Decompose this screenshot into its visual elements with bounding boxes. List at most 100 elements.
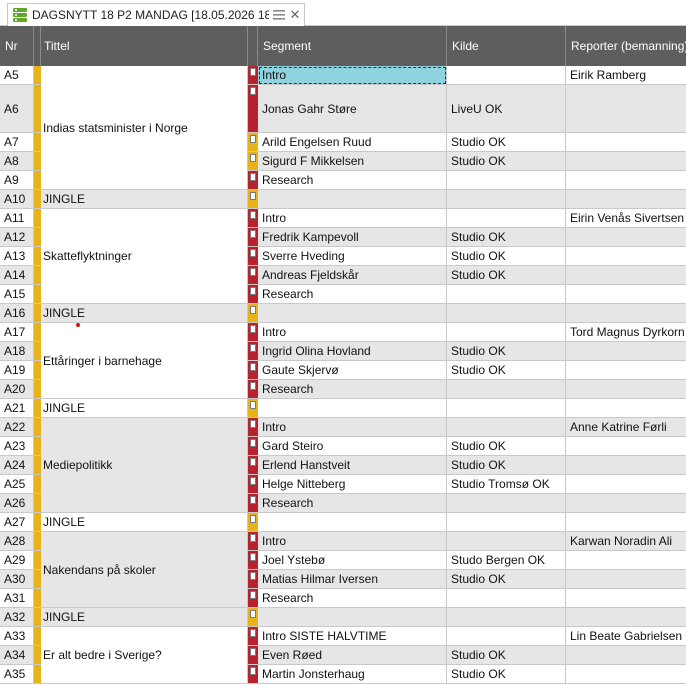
document-icon[interactable] [250, 515, 256, 523]
segment-cell[interactable]: Intro SISTE HALVTIME [258, 627, 447, 646]
reporter-cell[interactable] [566, 494, 686, 513]
segment-status-stripe[interactable] [248, 361, 258, 380]
reporter-cell[interactable] [566, 190, 686, 209]
source-cell[interactable]: Studio OK [447, 247, 566, 266]
reporter-cell[interactable] [566, 570, 686, 589]
story-title-cell[interactable]: JINGLE [41, 399, 248, 418]
source-cell[interactable]: Studio OK [447, 152, 566, 171]
segment-cell[interactable]: Sverre Hveding [258, 247, 447, 266]
segment-status-stripe[interactable] [248, 209, 258, 228]
hamburger-menu-icon[interactable] [272, 9, 286, 21]
source-cell[interactable]: Studio OK [447, 228, 566, 247]
segment-status-stripe[interactable] [248, 266, 258, 285]
segment-status-stripe[interactable] [248, 171, 258, 190]
document-icon[interactable] [250, 192, 256, 200]
reporter-cell[interactable] [566, 342, 686, 361]
segment-cell[interactable]: Martin Jonsterhaug [258, 665, 447, 684]
segment-status-stripe[interactable] [248, 247, 258, 266]
source-cell[interactable]: Studio OK [447, 133, 566, 152]
story-title-cell[interactable]: Ettåringer i barnehage [41, 323, 248, 399]
reporter-cell[interactable] [566, 551, 686, 570]
document-icon[interactable] [250, 249, 256, 257]
segment-status-stripe[interactable] [248, 152, 258, 171]
rundown-tab[interactable]: DAGSNYTT 18 P2 MANDAG [18.05.2026 18:0 ✕ [7, 3, 305, 26]
story-title-cell[interactable]: Er alt bedre i Sverige? [41, 627, 248, 684]
reporter-cell[interactable] [566, 228, 686, 247]
document-icon[interactable] [250, 287, 256, 295]
source-cell[interactable] [447, 627, 566, 646]
story-title-cell[interactable]: Indias statsminister i Norge [41, 66, 248, 190]
source-cell[interactable] [447, 532, 566, 551]
segment-cell[interactable]: Research [258, 285, 447, 304]
segment-status-stripe[interactable] [248, 665, 258, 684]
reporter-cell[interactable] [566, 456, 686, 475]
source-cell[interactable] [447, 608, 566, 627]
segment-status-stripe[interactable] [248, 589, 258, 608]
segment-cell[interactable]: Research [258, 380, 447, 399]
document-icon[interactable] [250, 648, 256, 656]
segment-status-stripe[interactable] [248, 399, 258, 418]
story-title-cell[interactable]: Nakendans på skoler [41, 532, 248, 608]
reporter-cell[interactable] [566, 266, 686, 285]
segment-cell[interactable]: Research [258, 589, 447, 608]
source-cell[interactable]: LiveU OK [447, 85, 566, 133]
document-icon[interactable] [250, 344, 256, 352]
reporter-cell[interactable] [566, 589, 686, 608]
source-cell[interactable]: Studio OK [447, 665, 566, 684]
reporter-cell[interactable] [566, 304, 686, 323]
segment-status-stripe[interactable] [248, 190, 258, 209]
reporter-cell[interactable] [566, 361, 686, 380]
story-title-cell[interactable]: JINGLE [41, 608, 248, 627]
source-cell[interactable] [447, 209, 566, 228]
document-icon[interactable] [250, 68, 256, 76]
segment-cell[interactable] [258, 304, 447, 323]
segment-status-stripe[interactable] [248, 437, 258, 456]
story-title-cell[interactable]: JINGLE [41, 304, 248, 323]
reporter-cell[interactable] [566, 171, 686, 190]
segment-status-stripe[interactable] [248, 456, 258, 475]
segment-status-stripe[interactable] [248, 133, 258, 152]
segment-cell[interactable]: Helge Nitteberg [258, 475, 447, 494]
source-cell[interactable] [447, 513, 566, 532]
segment-status-stripe[interactable] [248, 285, 258, 304]
close-icon[interactable]: ✕ [289, 8, 301, 21]
reporter-cell[interactable] [566, 380, 686, 399]
source-cell[interactable]: Studo Bergen OK [447, 551, 566, 570]
segment-status-stripe[interactable] [248, 228, 258, 247]
segment-cell[interactable]: Research [258, 494, 447, 513]
source-cell[interactable] [447, 418, 566, 437]
segment-cell[interactable]: Intro [258, 323, 447, 342]
segment-cell[interactable]: Erlend Hanstveit [258, 456, 447, 475]
source-cell[interactable]: Studio OK [447, 646, 566, 665]
segment-cell[interactable]: Intro [258, 209, 447, 228]
source-cell[interactable] [447, 304, 566, 323]
document-icon[interactable] [250, 553, 256, 561]
reporter-cell[interactable]: Karwan Noradin Ali [566, 532, 686, 551]
reporter-cell[interactable] [566, 85, 686, 133]
reporter-cell[interactable] [566, 399, 686, 418]
segment-status-stripe[interactable] [248, 646, 258, 665]
segment-status-stripe[interactable] [248, 66, 258, 85]
source-cell[interactable] [447, 494, 566, 513]
source-cell[interactable]: Studio Tromsø OK [447, 475, 566, 494]
story-title-cell[interactable]: Skatteflyktninger [41, 209, 248, 304]
column-header-title[interactable]: Tittel [41, 26, 248, 66]
segment-status-stripe[interactable] [248, 380, 258, 399]
segment-cell[interactable]: Ingrid Olina Hovland [258, 342, 447, 361]
reporter-cell[interactable]: Tord Magnus Dyrkorn [566, 323, 686, 342]
segment-status-stripe[interactable] [248, 475, 258, 494]
column-header-nr[interactable]: Nr [0, 26, 34, 66]
segment-status-stripe[interactable] [248, 570, 258, 589]
segment-status-stripe[interactable] [248, 627, 258, 646]
document-icon[interactable] [250, 439, 256, 447]
source-cell[interactable] [447, 66, 566, 85]
segment-cell[interactable]: Jonas Gahr Støre [258, 85, 447, 133]
reporter-cell[interactable] [566, 152, 686, 171]
document-icon[interactable] [250, 496, 256, 504]
segment-cell[interactable]: Intro [258, 66, 447, 85]
document-icon[interactable] [250, 363, 256, 371]
reporter-cell[interactable] [566, 475, 686, 494]
document-icon[interactable] [250, 420, 256, 428]
document-icon[interactable] [250, 173, 256, 181]
reporter-cell[interactable] [566, 646, 686, 665]
